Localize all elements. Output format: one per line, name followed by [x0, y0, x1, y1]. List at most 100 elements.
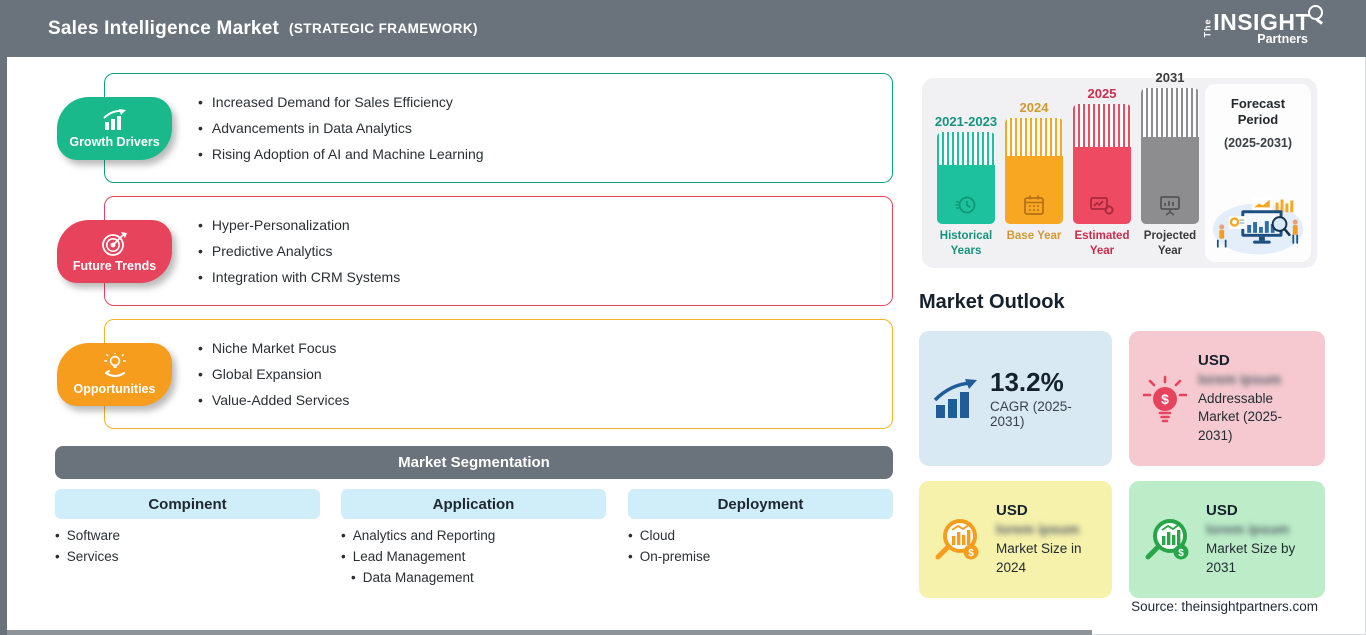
bottom-border [7, 630, 1092, 635]
opportunities-list: Niche Market Focus Global Expansion Valu… [105, 320, 892, 428]
timeline-year: 2031 [1155, 70, 1185, 85]
clock-icon [955, 196, 976, 214]
addressable-market-card: $ USD lorem ipsum Addressable Market (20… [1129, 331, 1325, 466]
bar-stripes [937, 132, 995, 166]
timeline-col-base: 2024 Base Year [1005, 100, 1063, 261]
svg-text:$: $ [968, 548, 974, 559]
timeline-label: Projected Year [1143, 230, 1197, 257]
logo-insight-text: INSIGHT [1213, 9, 1310, 35]
timeline-bar [1141, 88, 1199, 224]
card-caption: Market Size by 2031 [1206, 541, 1296, 575]
growth-bars-arrow-icon [933, 378, 977, 418]
timeline-panel: 2021-2023 Historical Years 2024 Base Yea… [922, 70, 1317, 268]
blurred-value: lorem ipsum [996, 521, 1080, 538]
list-item: Global Expansion [198, 366, 872, 382]
bar-stripes [1073, 104, 1131, 148]
bulb-dollar-icon: $ [1143, 375, 1187, 422]
segment-header-component: Compinent [55, 489, 320, 519]
timeline-bar [1005, 118, 1063, 224]
page-title: Sales Intelligence Market [48, 17, 279, 39]
future-trends-badge: Future Trends [57, 220, 172, 283]
magnifier-lens-icon [1308, 5, 1323, 20]
market-size-2031-card: $ USD lorem ipsum Market Size by 2031 [1129, 481, 1325, 598]
list-item: Advancements in Data Analytics [198, 120, 872, 136]
logo-the-text: The [1202, 18, 1213, 38]
future-trends-box: Future Trends Hyper-Personalization Pred… [57, 196, 893, 306]
list-item: On-premise [628, 546, 893, 567]
growth-drivers-badge: Growth Drivers [57, 97, 172, 160]
source-attribution: Source: theinsightpartners.com [1131, 599, 1318, 614]
list-item: Rising Adoption of AI and Machine Learni… [198, 146, 872, 162]
timeline-bar [937, 132, 995, 224]
bar-stripes [1141, 88, 1199, 137]
insight-partners-logo: The INSIGHT Partners [1198, 5, 1324, 46]
segment-list-application: Analytics and Reporting Lead Management … [341, 525, 606, 588]
timeline-year: 2025 [1087, 86, 1117, 101]
list-item: Software [55, 525, 320, 546]
currency-label: USD [1198, 352, 1230, 370]
magnifier-handle-icon [1315, 18, 1324, 25]
segment-list-deployment: Cloud On-premise [628, 525, 893, 567]
opportunities-label: Opportunities [73, 382, 156, 396]
list-item: Increased Demand for Sales Efficiency [198, 94, 872, 110]
timeline-bar [1073, 104, 1131, 224]
timeline-label: Base Year [1006, 230, 1062, 242]
header-bar: Sales Intelligence Market (STRATEGIC FRA… [7, 0, 1366, 57]
blurred-value: lorem ipsum [1206, 521, 1290, 538]
bar-chart-rising-icon [102, 109, 126, 130]
market-outlook-heading: Market Outlook [919, 291, 1065, 313]
market-size-2024-card: $ USD lorem ipsum Market Size in 2024 [919, 481, 1112, 598]
list-item: Analytics and Reporting [341, 525, 606, 546]
currency-label: USD [996, 502, 1028, 520]
svg-text:$: $ [1161, 391, 1169, 407]
target-dart-icon [101, 231, 127, 256]
opportunities-badge: Opportunities [57, 343, 172, 406]
future-trends-list: Hyper-Personalization Predictive Analyti… [105, 197, 892, 305]
list-item: Niche Market Focus [198, 340, 872, 356]
list-item: Lead Management [341, 546, 606, 567]
blurred-value: lorem ipsum [1198, 371, 1282, 388]
forecast-period-card: Forecast Period (2025-2031) [1205, 84, 1311, 262]
timeline-year: 2024 [1019, 100, 1049, 115]
logo-partners-text: Partners [1257, 32, 1308, 46]
timeline-col-historical: 2021-2023 Historical Years [934, 114, 998, 261]
card-caption: Addressable Market (2025-2031) [1198, 391, 1283, 443]
currency-label: USD [1206, 502, 1238, 520]
timeline-bars: 2021-2023 Historical Years 2024 Base Yea… [934, 70, 1199, 261]
growth-drivers-box: Growth Drivers Increased Demand for Sale… [57, 73, 893, 183]
card-caption: Market Size in 2024 [996, 541, 1082, 575]
bar-stripes [1005, 118, 1063, 157]
segment-header-deployment: Deployment [628, 489, 893, 519]
opportunities-box: Opportunities Niche Market Focus Global … [57, 319, 893, 429]
list-item: Cloud [628, 525, 893, 546]
list-item: Integration with CRM Systems [198, 269, 872, 285]
timeline-label: Historical Years [939, 230, 993, 257]
timeline-col-estimated: 2025 Estimated Year [1073, 86, 1131, 261]
timeline-col-projected: 2031 Projected Year [1141, 70, 1199, 261]
chart-gear-icon [1090, 197, 1114, 215]
segment-list-component: Software Services [55, 525, 320, 567]
magnifier-chart-icon: $ [935, 518, 979, 559]
future-trends-label: Future Trends [72, 258, 157, 273]
analytics-illustration [1212, 197, 1304, 255]
cagr-value: 13.2% [990, 366, 1064, 397]
cagr-caption: CAGR (2025-2031) [990, 399, 1072, 430]
list-item: Predictive Analytics [198, 243, 872, 259]
timeline-year: 2021-2023 [934, 114, 998, 129]
list-item: Services [55, 546, 320, 567]
cagr-card: 13.2% CAGR (2025-2031) [919, 331, 1112, 466]
growth-drivers-list: Increased Demand for Sales Efficiency Ad… [105, 74, 892, 182]
forecast-period-title: Forecast Period [1230, 96, 1286, 128]
calendar-icon [1024, 195, 1044, 215]
page-subtitle: (STRATEGIC FRAMEWORK) [289, 21, 478, 36]
growth-drivers-label: Growth Drivers [69, 135, 160, 149]
svg-text:$: $ [1178, 548, 1184, 559]
magnifier-chart-icon: $ [1145, 518, 1189, 559]
segment-header-application: Application [341, 489, 606, 519]
forecast-period-range: (2025-2031) [1223, 135, 1293, 150]
infographic-page: Sales Intelligence Market (STRATEGIC FRA… [0, 0, 1366, 635]
list-item: Data Management [351, 567, 606, 588]
list-item: Hyper-Personalization [198, 217, 872, 233]
bulb-hand-icon [103, 353, 126, 378]
presentation-icon [1160, 196, 1180, 216]
